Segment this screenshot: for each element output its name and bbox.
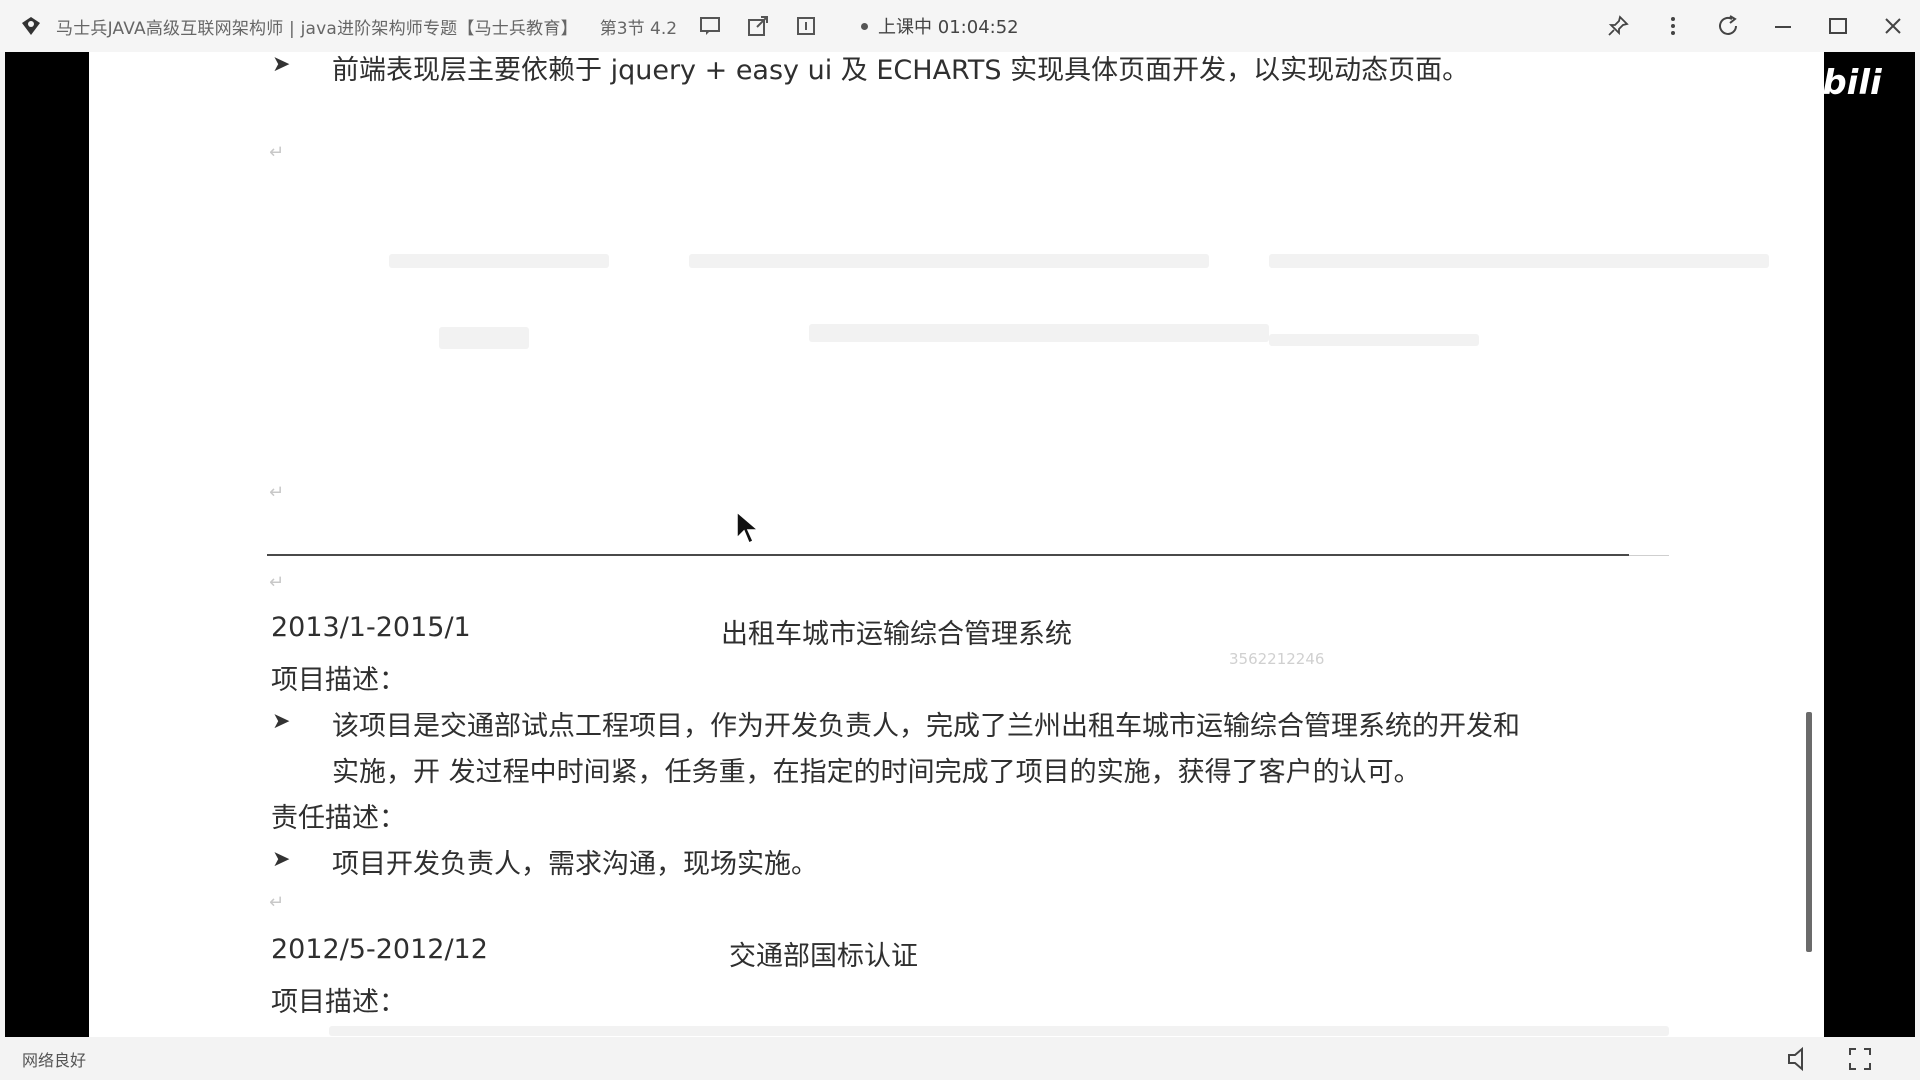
bullet-arrow-icon: ➤ [272,52,291,77]
divider-line [267,554,1629,556]
info-icon[interactable] [791,11,821,41]
divider-line-tail [1629,555,1669,556]
paragraph-mark-icon: ↵ [269,482,285,503]
volume-icon[interactable] [1780,1039,1820,1079]
share-icon[interactable] [743,11,773,41]
shared-document: ➤ 前端表现层主要依赖于 jquery + easy ui 及 ECHARTS … [89,52,1824,1037]
project-1-resp-label: 责任描述： [271,803,406,834]
network-status: 网络良好 [22,1050,87,1070]
class-status-text: 上课中 01:04:52 [878,17,1019,38]
project-2-name: 交通部国标认证 [729,941,918,972]
more-icon[interactable] [1645,0,1700,52]
close-icon[interactable] [1865,0,1920,52]
project-1-name: 出租车城市运输综合管理系统 [721,619,1072,650]
blurred-text [389,254,609,268]
title-bar: 马士兵JAVA高级互联网架构师 | java进阶架构师专题【马士兵教育】 第3节… [0,0,1920,52]
chat-icon[interactable] [695,11,725,41]
fullscreen-icon[interactable] [1840,1039,1880,1079]
blurred-text [1269,254,1769,268]
live-dot-icon [861,22,869,30]
window-controls [1590,0,1920,52]
project-2-date: 2012/5-2012/12 [271,934,488,965]
window-title: 马士兵JAVA高级互联网架构师 | java进阶架构师专题【马士兵教育】 [56,18,578,39]
watermark-id: 3562212246 [1229,650,1325,668]
blurred-text [689,254,1209,268]
maximize-icon[interactable] [1810,0,1865,52]
project-1-desc-line-2: 实施，开 发过程中时间紧，任务重，在指定的时间完成了项目的实施，获得了客户的认可… [332,757,1421,788]
project-1-desc-label: 项目描述： [271,665,406,696]
logo-watermark-ghost [1565,58,1765,108]
lesson-label: 第3节 4.2 [599,18,678,39]
bilibili-logo: bili [1822,63,1882,103]
doc-line-frontend: 前端表现层主要依赖于 jquery + easy ui 及 ECHARTS 实现… [332,55,1470,86]
project-1-desc-line-1: 该项目是交通部试点工程项目，作为开发负责人，完成了兰州出租车城市运输综合管理系统… [332,711,1520,742]
blurred-text [809,324,1269,342]
refresh-icon[interactable] [1700,0,1755,52]
class-status: 上课中 01:04:52 [861,13,1019,39]
document-scrollbar[interactable] [1806,712,1812,952]
bottom-bar: 网络良好 [0,1037,1920,1080]
blurred-text [329,1026,1669,1036]
video-player[interactable]: ➤ 前端表现层主要依赖于 jquery + easy ui 及 ECHARTS … [5,52,1915,1037]
bullet-arrow-icon: ➤ [272,709,291,734]
pin-icon[interactable] [1590,0,1645,52]
bullet-arrow-icon: ➤ [272,847,291,872]
minimize-icon[interactable] [1755,0,1810,52]
project-1-resp-text: 项目开发负责人，需求沟通，现场实施。 [332,849,818,880]
project-1-date: 2013/1-2015/1 [271,612,471,643]
paragraph-mark-icon: ↵ [269,572,285,593]
blurred-text [1269,334,1479,346]
paragraph-mark-icon: ↵ [269,892,285,913]
mouse-cursor-icon [736,510,761,545]
blurred-text [439,327,529,349]
paragraph-mark-icon: ↵ [269,142,285,163]
player-controls [1760,1037,1880,1080]
project-2-desc-label: 项目描述： [271,987,406,1018]
app-logo-icon [20,15,42,37]
